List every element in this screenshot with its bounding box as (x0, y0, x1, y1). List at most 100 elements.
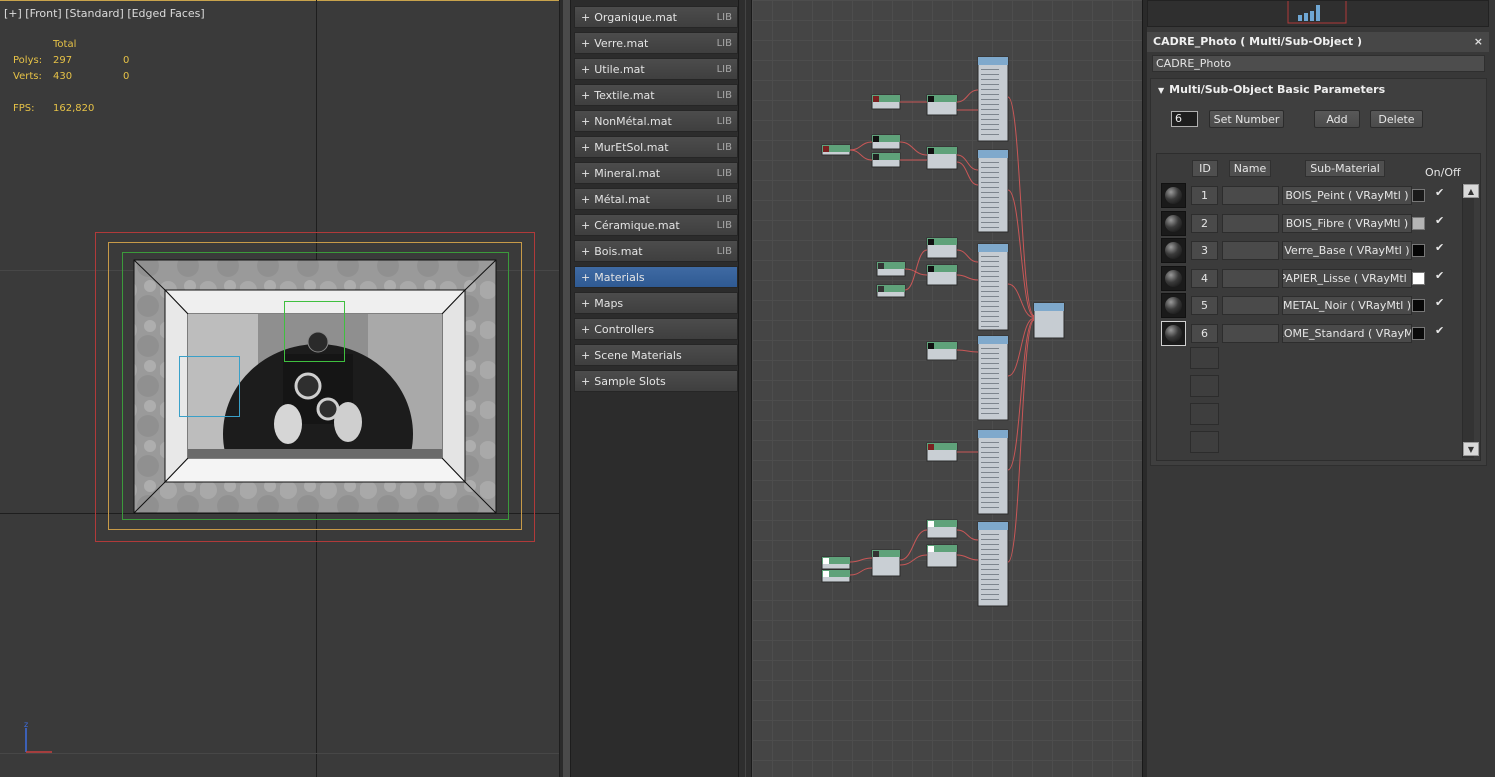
panel-splitter[interactable] (563, 0, 570, 777)
material-preview-sphere-icon[interactable] (1161, 293, 1186, 318)
on-off-checkbox[interactable]: ✔ (1435, 214, 1444, 227)
material-group-label: Scene Materials (594, 348, 682, 362)
expand-plus-icon[interactable]: + (581, 63, 590, 76)
sub-material-button[interactable]: PAPIER_Lisse ( VRayMtl ) (1282, 268, 1412, 288)
expand-plus-icon[interactable]: + (581, 193, 590, 206)
sub-material-table: ID Name Sub-Material On/Off 1 BOIS_Peint … (1156, 153, 1481, 461)
row-name-field[interactable] (1222, 296, 1279, 315)
on-off-checkbox[interactable]: ✔ (1435, 269, 1444, 282)
material-group-item[interactable]: + Controllers (574, 318, 738, 340)
rollout-title[interactable]: ▼ Multi/Sub-Object Basic Parameters (1158, 83, 1385, 96)
row-id-field[interactable]: 1 (1191, 186, 1218, 205)
row-name-field[interactable] (1222, 241, 1279, 260)
set-number-button[interactable]: Set Number (1209, 110, 1284, 128)
material-group-item[interactable]: + Maps (574, 292, 738, 314)
sub-material-row: 3 Verre_Base ( VRayMtl ) ✔ (1157, 238, 1457, 264)
expand-plus-icon[interactable]: + (581, 349, 590, 362)
material-group-label: Bois.mat (594, 244, 643, 258)
material-preview-sphere-icon[interactable] (1161, 320, 1186, 346)
material-group-item[interactable]: + Textile.mat LIB (574, 84, 738, 106)
color-swatch[interactable] (1412, 299, 1425, 312)
sub-material-button[interactable]: ROME_Standard ( VRayMt (1282, 323, 1412, 343)
row-id-field[interactable]: 5 (1191, 296, 1218, 315)
expand-plus-icon[interactable]: + (581, 323, 590, 336)
material-count-input[interactable]: 6 (1171, 111, 1198, 127)
slate-node-view[interactable] (752, 0, 1142, 777)
library-tag: LIB (716, 141, 732, 153)
material-group-item[interactable]: + Métal.mat LIB (574, 188, 738, 210)
color-swatch[interactable] (1412, 189, 1425, 202)
material-name-field[interactable]: CADRE_Photo (1152, 55, 1485, 72)
material-group-item[interactable]: + Mineral.mat LIB (574, 162, 738, 184)
expand-plus-icon[interactable]: + (581, 375, 590, 388)
material-group-item[interactable]: + Scene Materials (574, 344, 738, 366)
material-group-item[interactable]: + Organique.mat LIB (574, 6, 738, 28)
material-preview-sphere-icon[interactable] (1161, 183, 1186, 208)
expand-plus-icon[interactable]: + (581, 115, 590, 128)
color-swatch[interactable] (1412, 216, 1425, 230)
sub-material-button[interactable]: METAL_Noir ( VRayMtl ) (1282, 296, 1412, 315)
expand-plus-icon[interactable]: + (581, 37, 590, 50)
sub-material-button[interactable]: Verre_Base ( VRayMtl ) (1282, 241, 1412, 260)
node-graph[interactable] (752, 0, 1142, 777)
material-group-item[interactable]: + Sample Slots (574, 370, 738, 392)
expand-plus-icon[interactable]: + (581, 271, 590, 284)
material-group-item[interactable]: + NonMétal.mat LIB (574, 110, 738, 132)
front-viewport[interactable]: [+] [Front] [Standard] [Edged Faces] Tot… (0, 0, 560, 777)
expand-plus-icon[interactable]: + (581, 297, 590, 310)
row-id-field[interactable]: 3 (1191, 241, 1218, 260)
material-preview-sphere-icon[interactable] (1161, 238, 1186, 263)
sub-material-row: 1 BOIS_Peint ( VRayMtl ) ✔ (1157, 183, 1457, 209)
selection-box-green[interactable] (284, 301, 345, 362)
table-scrollbar[interactable]: ▲ ▼ (1462, 184, 1479, 458)
header-sub-material[interactable]: Sub-Material (1305, 160, 1385, 177)
material-group-item[interactable]: + MurEtSol.mat LIB (574, 136, 738, 158)
row-name-field[interactable] (1222, 186, 1279, 205)
expand-plus-icon[interactable]: + (581, 167, 590, 180)
on-off-checkbox[interactable]: ✔ (1435, 241, 1444, 254)
on-off-checkbox[interactable]: ✔ (1435, 324, 1444, 337)
row-id-field[interactable]: 6 (1191, 323, 1218, 343)
color-swatch[interactable] (1412, 271, 1425, 285)
material-group-label: Céramique.mat (594, 218, 680, 232)
material-group-item[interactable]: + Verre.mat LIB (574, 32, 738, 54)
browser-splitter[interactable] (738, 0, 752, 777)
expand-plus-icon[interactable]: + (581, 141, 590, 154)
scroll-down-button[interactable]: ▼ (1463, 442, 1479, 456)
row-name-field[interactable] (1222, 213, 1279, 233)
row-id-field[interactable]: 4 (1191, 268, 1218, 288)
row-id-field[interactable]: 2 (1191, 213, 1218, 233)
expand-plus-icon[interactable]: + (581, 11, 590, 24)
selection-box-blue[interactable] (179, 356, 240, 417)
material-group-item[interactable]: + Bois.mat LIB (574, 240, 738, 262)
sub-material-row: 2 BOIS_Fibre ( VRayMtl ) ✔ (1157, 210, 1457, 237)
material-preview-sphere-icon[interactable] (1161, 210, 1186, 236)
header-name[interactable]: Name (1229, 160, 1271, 177)
header-id[interactable]: ID (1192, 160, 1218, 177)
sub-material-button[interactable]: BOIS_Fibre ( VRayMtl ) (1282, 213, 1412, 233)
on-off-checkbox[interactable]: ✔ (1435, 186, 1444, 199)
color-swatch[interactable] (1412, 326, 1425, 340)
navigator-thumbnail[interactable] (1147, 0, 1489, 27)
close-icon[interactable]: × (1474, 35, 1483, 48)
material-preview-sphere-icon[interactable] (1161, 265, 1186, 291)
add-button[interactable]: Add (1314, 110, 1360, 128)
expand-plus-icon[interactable]: + (581, 245, 590, 258)
material-group-label: Sample Slots (594, 374, 666, 388)
material-browser: + Organique.mat LIB + Verre.mat LIB + Utile.mat… (563, 0, 738, 777)
material-group-item[interactable]: + Utile.mat LIB (574, 58, 738, 80)
row-name-field[interactable] (1222, 268, 1279, 288)
expand-plus-icon[interactable]: + (581, 219, 590, 232)
material-group-item[interactable]: + Materials (574, 266, 738, 288)
delete-button[interactable]: Delete (1370, 110, 1423, 128)
rollout-title-label: Multi/Sub-Object Basic Parameters (1169, 83, 1386, 96)
sub-material-button[interactable]: BOIS_Peint ( VRayMtl ) (1282, 186, 1412, 205)
material-group-item[interactable]: + Céramique.mat LIB (574, 214, 738, 236)
on-off-checkbox[interactable]: ✔ (1435, 296, 1444, 309)
collapse-arrow-icon[interactable]: ▼ (1158, 86, 1164, 95)
scroll-up-button[interactable]: ▲ (1463, 184, 1479, 198)
expand-plus-icon[interactable]: + (581, 89, 590, 102)
color-swatch[interactable] (1412, 244, 1425, 257)
row-name-field[interactable] (1222, 323, 1279, 343)
empty-id-slot (1190, 347, 1219, 369)
